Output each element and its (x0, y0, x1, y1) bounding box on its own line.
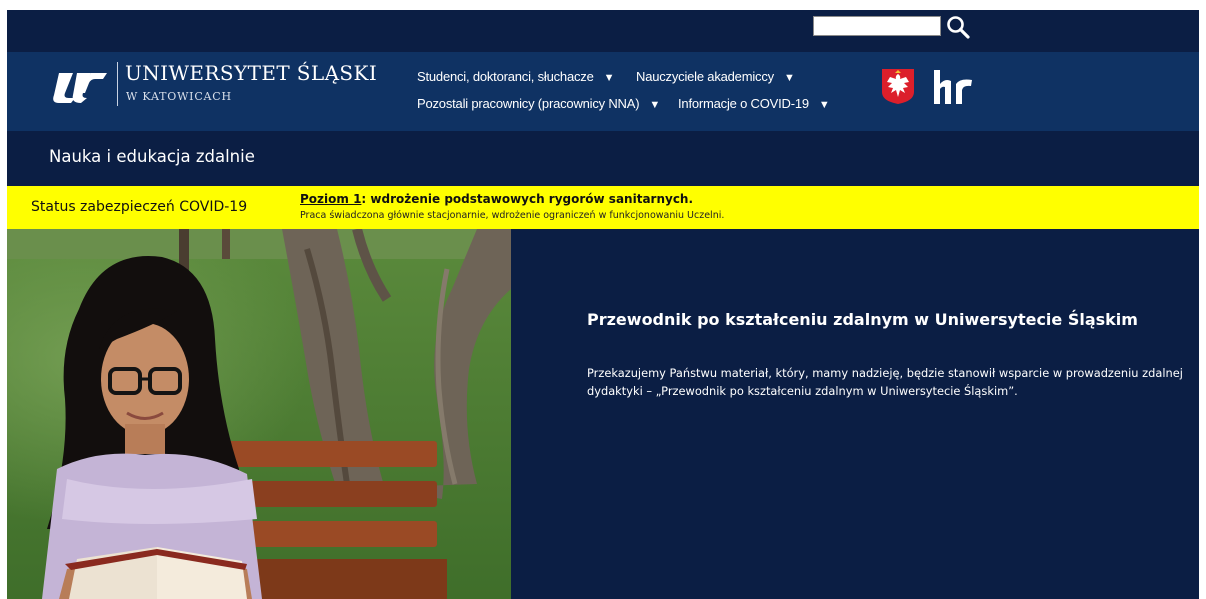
search-input[interactable] (813, 16, 941, 36)
university-name[interactable]: UNIWERSYTET ŚLĄSKI (125, 61, 377, 85)
section-title[interactable]: Nauka i edukacja zdalnie (49, 147, 255, 166)
nav-teachers[interactable]: Nauczyciele akademiccy ▼ (636, 69, 795, 84)
site-header: UNIWERSYTET ŚLĄSKI W KATOWICACH Studenci… (7, 52, 1199, 131)
us-logo-icon[interactable] (51, 69, 109, 105)
nav-covid-info[interactable]: Informacje o COVID-19 ▼ (678, 96, 830, 111)
covid-level-link[interactable]: Poziom 1 (300, 192, 361, 206)
top-search-bar (7, 10, 1199, 52)
page: UNIWERSYTET ŚLĄSKI W KATOWICACH Studenci… (7, 10, 1199, 599)
hero-content: Przewodnik po kształceniu zdalnym w Uniw… (511, 229, 1199, 599)
chevron-down-icon: ▼ (818, 99, 830, 111)
logo-divider (117, 62, 118, 106)
covid-level-description: Praca świadczona głównie stacjonarnie, w… (300, 210, 725, 221)
search-button[interactable] (945, 14, 971, 40)
polish-eagle-emblem-icon[interactable] (881, 68, 915, 105)
nav-other-staff[interactable]: Pozostali pracownicy (pracownicy NNA) ▼ (417, 96, 660, 111)
covid-status-banner: Status zabezpieczeń COVID-19 Poziom 1: w… (7, 186, 1199, 229)
chevron-down-icon: ▼ (783, 72, 795, 84)
chevron-down-icon: ▼ (649, 99, 661, 111)
covid-level-line: Poziom 1: wdrożenie podstawowych rygorów… (300, 192, 693, 206)
woman-reading-book-photo (7, 229, 511, 599)
hr-excellence-logo-icon[interactable] (932, 68, 976, 106)
chevron-down-icon: ▼ (603, 72, 615, 84)
nav-students-label: Studenci, doktoranci, słuchacze (417, 69, 594, 84)
nav-teachers-label: Nauczyciele akademiccy (636, 69, 774, 84)
section-header: Nauka i edukacja zdalnie (7, 131, 1199, 186)
nav-students[interactable]: Studenci, doktoranci, słuchacze ▼ (417, 69, 615, 84)
university-city: W KATOWICACH (126, 90, 232, 103)
hero-title[interactable]: Przewodnik po kształceniu zdalnym w Uniw… (587, 310, 1138, 329)
magnifier-icon (947, 16, 970, 39)
covid-status-label: Status zabezpieczeń COVID-19 (31, 199, 248, 215)
nav-other-staff-label: Pozostali pracownicy (pracownicy NNA) (417, 96, 640, 111)
nav-covid-info-label: Informacje o COVID-19 (678, 96, 809, 111)
hero-body: Przekazujemy Państwu materiał, który, ma… (587, 366, 1183, 398)
covid-level-text: : wdrożenie podstawowych rygorów sanitar… (361, 192, 694, 206)
